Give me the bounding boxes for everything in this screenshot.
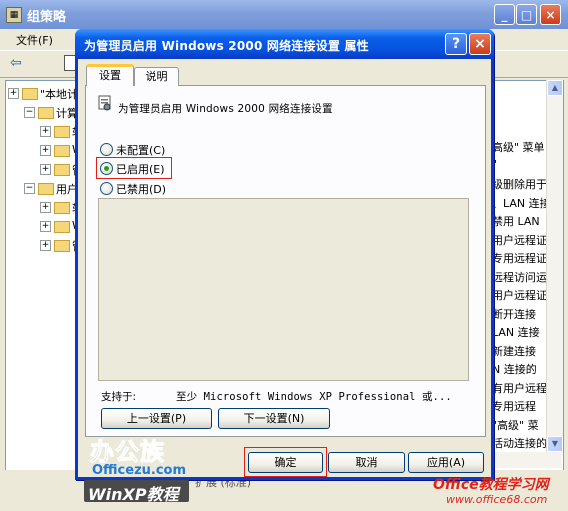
group-policy-title: 组策略 bbox=[27, 10, 67, 25]
cancel-button[interactable]: 取消 bbox=[328, 452, 405, 473]
setting-row[interactable]: 断开连接 bbox=[492, 306, 536, 322]
policy-heading: 为管理员启用 Windows 2000 网络连接设置 bbox=[118, 103, 333, 115]
setting-row[interactable]: 级删除用于 bbox=[492, 176, 547, 192]
setting-row[interactable]: 用户远程证 bbox=[492, 287, 547, 303]
radio-not-configured[interactable]: 未配置(C) bbox=[100, 142, 190, 158]
maximize-button[interactable]: □ bbox=[516, 4, 537, 25]
close-button[interactable]: × bbox=[540, 4, 561, 25]
highlight-enabled-box bbox=[96, 157, 172, 179]
supported-on-label: 支持于: bbox=[101, 391, 137, 403]
setting-row[interactable]: "高级" 菜 bbox=[492, 417, 539, 433]
folder-icon bbox=[54, 126, 70, 138]
folder-icon bbox=[54, 240, 70, 252]
help-button[interactable]: ? bbox=[445, 33, 467, 55]
apply-button[interactable]: 应用(A) bbox=[408, 452, 484, 473]
radio-label-not-configured: 未配置(C) bbox=[116, 144, 166, 157]
expand-icon[interactable]: + bbox=[40, 202, 51, 213]
next-setting-button[interactable]: 下一设置(N) bbox=[218, 408, 330, 429]
setting-row[interactable]: 活动连接的 bbox=[492, 435, 547, 451]
expand-icon[interactable]: + bbox=[40, 221, 51, 232]
watermark-office-title: Office教程学习网 bbox=[433, 477, 549, 493]
dialog-title: 为管理员启用 Windows 2000 网络连接设置 属性 bbox=[84, 39, 369, 53]
supported-on-value: 至少 Microsoft Windows XP Professional 或..… bbox=[176, 391, 452, 403]
folder-icon bbox=[22, 88, 38, 100]
setting-row[interactable]: N 连接的 bbox=[492, 361, 537, 377]
horizontal-scrollbar[interactable] bbox=[488, 452, 562, 468]
folder-icon bbox=[38, 183, 54, 195]
watermark-office-url: www.office68.com bbox=[446, 493, 548, 506]
radio-label-disabled: 已禁用(D) bbox=[116, 183, 167, 196]
expand-icon[interactable]: − bbox=[24, 107, 35, 118]
console-tree-pane[interactable]: +"本地计−计算+软+Wi+管−用户+软+Wi+管 bbox=[5, 80, 82, 508]
vertical-scrollbar[interactable]: ▲ ▼ bbox=[546, 80, 563, 452]
back-arrow-icon[interactable]: ⇦ bbox=[10, 55, 22, 71]
setting-row[interactable]: 远程访问运 bbox=[492, 269, 547, 285]
menu-file[interactable]: 文件(F) bbox=[16, 32, 53, 48]
folder-icon bbox=[38, 107, 54, 119]
radio-circle-icon[interactable] bbox=[100, 182, 113, 195]
tab-settings[interactable]: 设置 bbox=[86, 64, 134, 86]
expand-icon[interactable]: − bbox=[24, 183, 35, 194]
expand-icon[interactable]: + bbox=[40, 164, 51, 175]
setting-row[interactable]: 禁用 LAN bbox=[492, 213, 540, 229]
radio-disabled[interactable]: 已禁用(D) bbox=[100, 181, 190, 197]
watermark-logo: 办公族 bbox=[90, 438, 165, 467]
dialog-close-button[interactable]: × bbox=[469, 33, 491, 55]
watermark-winxp: WinXP教程 bbox=[88, 485, 179, 504]
tab-explain[interactable]: 说明 bbox=[134, 67, 179, 86]
expand-icon[interactable]: + bbox=[40, 145, 51, 156]
watermark-domain: Officezu.com bbox=[92, 463, 187, 478]
setting-row[interactable]: 有用户远程 bbox=[492, 380, 547, 396]
setting-row[interactable]: 高级" 菜单 bbox=[492, 139, 545, 155]
setting-row[interactable]: 专用远程证 bbox=[492, 250, 547, 266]
options-area bbox=[98, 198, 469, 381]
folder-icon bbox=[54, 145, 70, 157]
setting-row[interactable]: LAN 连接 bbox=[492, 324, 540, 340]
folder-icon bbox=[54, 221, 70, 233]
setting-row[interactable]: 用户远程证 bbox=[492, 232, 547, 248]
radio-circle-icon[interactable] bbox=[100, 143, 113, 156]
group-policy-titlebar[interactable] bbox=[0, 0, 568, 29]
setting-row[interactable]: 专用远程 bbox=[492, 398, 536, 414]
highlight-ok-box bbox=[244, 447, 327, 477]
scroll-down-icon[interactable]: ▼ bbox=[547, 436, 563, 452]
minimize-button[interactable]: _ bbox=[494, 4, 515, 25]
folder-icon bbox=[54, 164, 70, 176]
policy-setting-icon bbox=[98, 95, 111, 111]
folder-icon bbox=[54, 202, 70, 214]
group-policy-app-icon: ▦ bbox=[6, 7, 22, 23]
tree-item-label: "本地计 bbox=[40, 88, 79, 101]
expand-icon[interactable]: + bbox=[40, 240, 51, 251]
scroll-up-icon[interactable]: ▲ bbox=[547, 80, 563, 96]
setting-row[interactable]: 、LAN 连接 bbox=[492, 195, 551, 211]
previous-setting-button[interactable]: 上一设置(P) bbox=[101, 408, 212, 429]
setting-row[interactable]: 新建连接 bbox=[492, 343, 536, 359]
expand-icon[interactable]: + bbox=[40, 126, 51, 137]
expand-icon[interactable]: + bbox=[8, 88, 19, 99]
